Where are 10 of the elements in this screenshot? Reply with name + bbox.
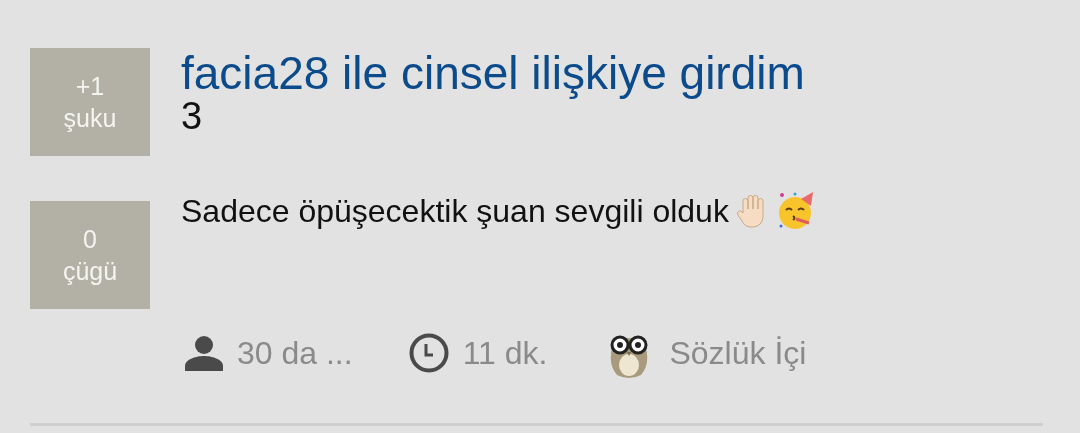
downvote-button[interactable]: 0 çügü — [30, 201, 150, 309]
upvote-button[interactable]: +1 şuku — [30, 48, 150, 156]
author-link[interactable]: 30 da ... — [237, 329, 353, 377]
time-text: 11 dk. — [462, 334, 548, 373]
entry-number: 3 — [181, 96, 204, 138]
channel-link[interactable]: Sözlük İçi — [669, 329, 807, 377]
entry-text: Sadece öpüşecektik şuan sevgili olduk — [181, 191, 729, 231]
clock-icon — [408, 333, 449, 373]
person-icon — [185, 335, 223, 371]
raised-hand-icon — [736, 193, 767, 229]
